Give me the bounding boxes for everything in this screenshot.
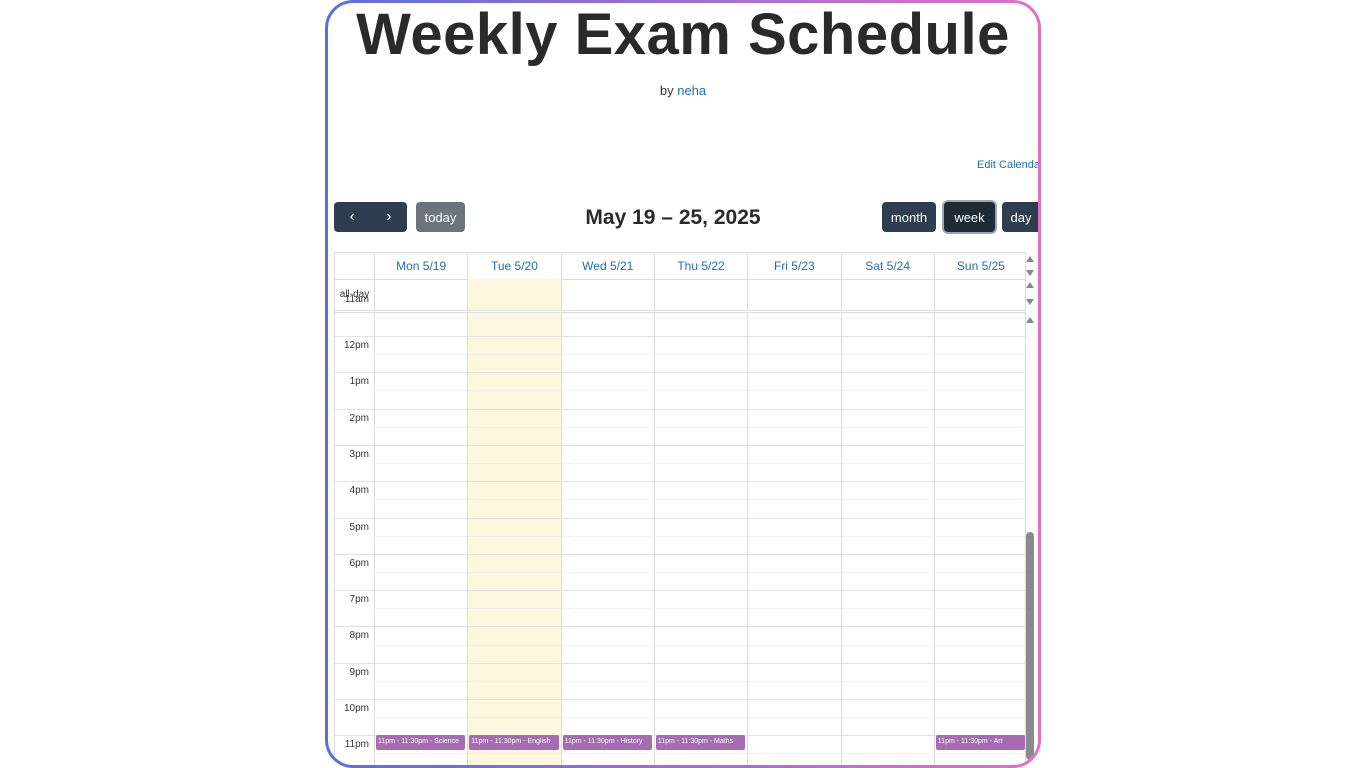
calendar-event[interactable]: 11pm - 11:30pm - Art	[935, 735, 1025, 751]
edit-calendar-link[interactable]: Edit Calenda	[977, 159, 1038, 171]
hour-line	[335, 481, 1025, 483]
today-button[interactable]: today	[416, 202, 465, 232]
byline: by neha	[328, 83, 1038, 98]
chevron-right-icon: ›	[386, 208, 392, 225]
half-hour-line	[374, 753, 1025, 755]
time-label: 1pm	[349, 376, 369, 388]
scroll-down-icon[interactable]	[1026, 299, 1034, 305]
day-header[interactable]: Thu 5/22	[653, 253, 747, 279]
day-column[interactable]	[560, 313, 654, 765]
all-day-cell[interactable]	[467, 279, 561, 310]
time-label: 2pm	[349, 412, 369, 424]
scroll-down-icon[interactable]	[1026, 270, 1034, 276]
calendar-event[interactable]: 11pm - 11:30pm - English	[469, 735, 559, 751]
day-header[interactable]: Mon 5/19	[374, 253, 467, 279]
all-day-cell[interactable]	[933, 279, 1025, 310]
day-column[interactable]	[653, 313, 747, 765]
time-label: 10pm	[343, 703, 369, 714]
half-hour-line	[374, 317, 1025, 319]
all-day-cell[interactable]	[560, 279, 654, 310]
hour-line	[335, 408, 1025, 410]
day-column[interactable]	[933, 313, 1025, 765]
half-hour-line	[374, 644, 1025, 646]
app-frame: Weekly Exam Schedule by neha Edit Calend…	[325, 0, 1041, 768]
hour-line	[335, 626, 1025, 628]
day-header[interactable]: Sun 5/25	[933, 253, 1025, 279]
half-hour-line	[374, 390, 1025, 392]
time-label: 12pm	[343, 340, 369, 351]
time-grid[interactable]: 11am 12pm 1pm 2pm 3pm 4pm 5pm 6pm 7pm 8pm 9pm 10pm 1…	[335, 294, 1025, 765]
page-title: Weekly Exam Schedule	[356, 3, 1010, 67]
day-view-button[interactable]: day	[1002, 202, 1038, 232]
scroll-up-icon[interactable]	[1026, 317, 1034, 323]
hour-line	[335, 590, 1025, 592]
next-button[interactable]: ›	[371, 202, 408, 232]
half-hour-line	[374, 499, 1025, 501]
day-column[interactable]	[747, 313, 840, 765]
calendar-grid: Mon 5/19 Tue 5/20 Wed 5/21 Thu 5/22 Fri 5/23…	[334, 252, 1026, 765]
calendar-event[interactable]: 11pm - 11:30pm - History	[562, 735, 652, 751]
half-hour-line	[374, 354, 1025, 356]
scroll-up-icon[interactable]	[1026, 282, 1034, 288]
author-link[interactable]: neha	[677, 83, 706, 98]
byline-prefix: by	[659, 83, 674, 98]
hour-line	[335, 662, 1025, 664]
day-column[interactable]	[840, 313, 934, 765]
all-day-row: all-day	[335, 279, 1025, 313]
prev-button[interactable]: ‹	[334, 202, 371, 232]
all-day-cell[interactable]	[840, 279, 934, 310]
time-label: 11am	[344, 293, 369, 305]
time-label: 4pm	[349, 485, 369, 497]
week-view-button[interactable]: week	[944, 202, 995, 232]
time-label: 6pm	[349, 557, 369, 569]
day-header[interactable]: Fri 5/23	[747, 253, 840, 279]
scroll-thumb[interactable]	[1026, 532, 1034, 760]
page-container: Weekly Exam Schedule by neha Edit Calend…	[328, 3, 1038, 765]
hour-line	[335, 444, 1025, 446]
half-hour-line	[374, 535, 1025, 537]
scroll-up-icon[interactable]	[1026, 256, 1034, 262]
half-hour-line	[374, 680, 1025, 682]
hour-line	[335, 336, 1025, 337]
all-day-cell[interactable]	[747, 279, 840, 310]
chevron-left-icon: ‹	[349, 208, 355, 225]
hour-line	[335, 372, 1025, 374]
all-day-cell[interactable]	[653, 279, 747, 310]
day-column[interactable]	[374, 313, 467, 765]
half-hour-line	[374, 717, 1025, 719]
day-header[interactable]: Sat 5/24	[840, 253, 934, 279]
hour-line	[335, 517, 1025, 519]
half-hour-line	[374, 463, 1025, 465]
day-header[interactable]: Wed 5/21	[560, 253, 654, 279]
calendar-event[interactable]: 11pm - 11:30pm - Maths	[655, 735, 746, 751]
date-range-title: May 19 – 25, 2025	[585, 206, 761, 229]
time-label: 9pm	[349, 666, 369, 678]
day-header-row: Mon 5/19 Tue 5/20 Wed 5/21 Thu 5/22 Fri 5/23…	[335, 253, 1025, 280]
time-label: 3pm	[349, 448, 369, 460]
half-hour-line	[374, 571, 1025, 573]
hour-line	[335, 699, 1025, 700]
half-hour-line	[374, 426, 1025, 428]
time-label: 5pm	[349, 521, 369, 533]
hour-line	[335, 553, 1025, 555]
day-column[interactable]	[467, 313, 561, 765]
all-day-cell[interactable]	[374, 279, 467, 310]
day-header[interactable]: Tue 5/20	[467, 253, 560, 279]
grid-scrollbar[interactable]	[1024, 254, 1036, 765]
time-label: 8pm	[349, 630, 369, 642]
time-label: 11pm	[344, 739, 369, 751]
calendar-event[interactable]: 11pm - 11:30pm - Science	[376, 735, 466, 751]
month-view-button[interactable]: month	[882, 202, 936, 232]
prev-next-group: ‹ ›	[334, 202, 407, 232]
time-label: 7pm	[349, 594, 369, 606]
half-hour-line	[374, 608, 1025, 610]
